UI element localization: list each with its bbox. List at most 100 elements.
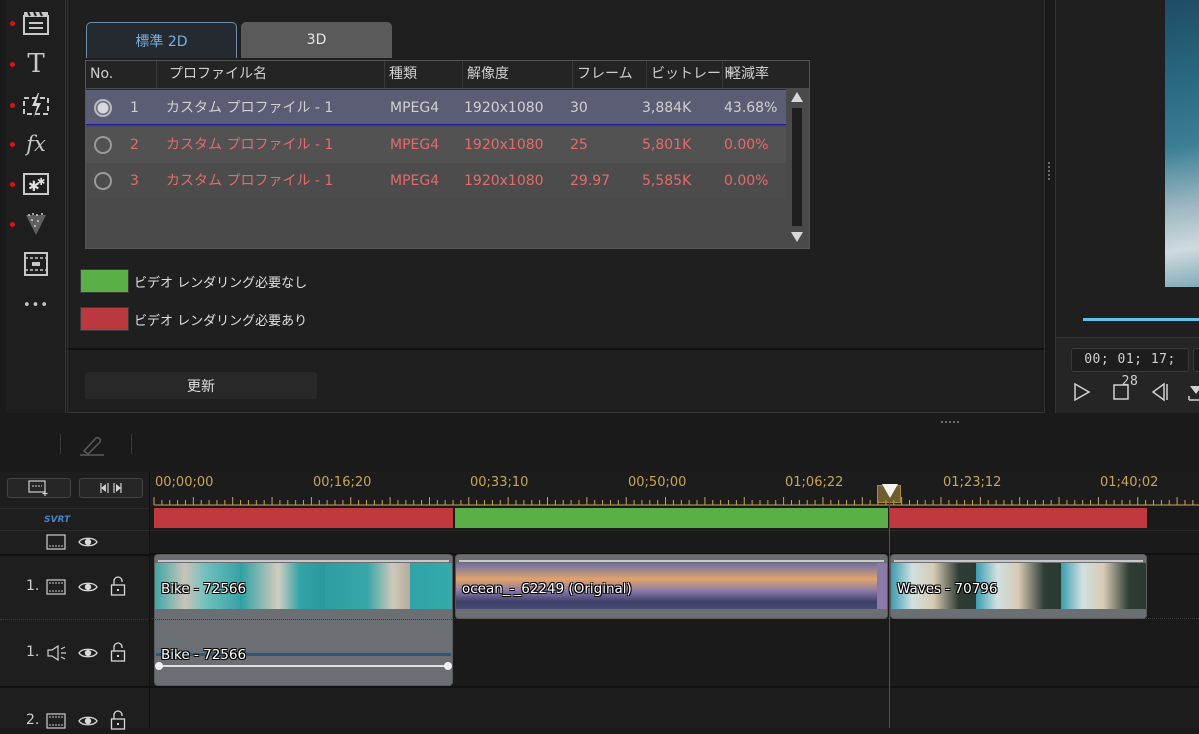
column-header-type[interactable]: 種類	[384, 61, 417, 88]
ruler-label: 01;23;12	[943, 475, 1002, 490]
panel-resize-handle[interactable]	[1046, 160, 1052, 184]
visibility-toggle[interactable]	[78, 713, 98, 733]
status-dot	[10, 141, 15, 147]
pip-room-icon: ✱ ✱	[22, 170, 50, 198]
row-radio[interactable]	[94, 172, 112, 190]
master-track-header	[0, 530, 150, 554]
timeline-ruler[interactable]: 00;00;00 00;16;20 00;33;10 00;50;00 01;0…	[150, 472, 1199, 506]
volume-keyframe-end[interactable]	[444, 662, 452, 670]
column-header-resolution[interactable]: 解像度	[462, 61, 509, 88]
lock-toggle[interactable]	[110, 576, 126, 600]
tab-standard-2d[interactable]: 標準 2D	[86, 22, 237, 58]
ruler-label: 01;06;22	[785, 475, 844, 490]
eye-icon	[78, 716, 98, 726]
stop-button[interactable]	[1109, 380, 1133, 404]
column-header-name[interactable]: プロファイル名	[156, 61, 267, 88]
thumbnail	[876, 563, 887, 609]
column-header-reduction[interactable]: 軽減率	[722, 61, 769, 88]
play-button[interactable]	[1070, 380, 1094, 404]
video-track-1-header: 1.	[0, 554, 150, 620]
playhead-line[interactable]	[889, 500, 890, 728]
svrt-label: SVRT	[44, 514, 71, 525]
add-track-button[interactable]	[7, 478, 71, 498]
volume-keyframe-start[interactable]	[155, 662, 163, 670]
pip-room-button[interactable]: ✱ ✱	[6, 165, 66, 203]
timeline-resize-handle[interactable]	[940, 420, 964, 424]
cell-resolution: 1920x1080	[464, 100, 544, 116]
transition-room-icon	[22, 91, 50, 119]
media-room-button[interactable]	[6, 4, 66, 42]
cell-resolution: 1920x1080	[464, 137, 544, 153]
visibility-toggle[interactable]	[78, 645, 98, 665]
column-header-no[interactable]: No.	[86, 61, 113, 88]
particle-room-button[interactable]	[6, 205, 66, 243]
eye-icon	[78, 582, 98, 592]
svg-text:✱: ✱	[37, 177, 45, 188]
timecode-display-secondary[interactable]	[1193, 348, 1199, 372]
lock-toggle[interactable]	[110, 710, 126, 734]
pen-tool-button[interactable]	[78, 433, 106, 461]
video-track-2-header: 2.	[0, 686, 150, 730]
table-row[interactable]: 1 カスタム プロファイル - 1 MPEG4 1920x1080 30 3,8…	[86, 89, 786, 125]
previous-frame-button[interactable]	[1148, 380, 1172, 404]
fit-to-window-icon	[100, 483, 122, 493]
preview-progress-bar[interactable]	[1083, 318, 1199, 321]
audio-clip-name: Bike - 72566	[161, 647, 247, 663]
legend-swatch-red	[80, 307, 129, 331]
subtitle-room-button[interactable]	[6, 245, 66, 283]
video-clip-ocean[interactable]: ocean_-_62249 (Original)	[455, 554, 888, 619]
table-row[interactable]: 3 カスタム プロファイル - 1 MPEG4 1920x1080 29.97 …	[86, 163, 786, 199]
particle-room-icon	[22, 210, 50, 238]
table-scrollbar[interactable]	[789, 88, 806, 248]
cell-type: MPEG4	[390, 137, 440, 153]
track-number: 2.	[26, 712, 40, 728]
track-number: 1.	[26, 578, 40, 594]
visibility-toggle[interactable]	[78, 579, 98, 599]
cell-name: カスタム プロファイル - 1	[166, 137, 334, 153]
effect-room-button[interactable]: fx	[6, 125, 66, 163]
lock-toggle[interactable]	[110, 642, 126, 666]
scrollbar-track[interactable]	[792, 108, 802, 226]
playback-controls: 00; 01; 17; 28	[1056, 337, 1199, 413]
cell-type: MPEG4	[390, 100, 440, 116]
next-button[interactable]	[1184, 380, 1199, 404]
row-radio[interactable]	[94, 136, 112, 154]
row-radio[interactable]	[94, 99, 112, 117]
cell-frame: 30	[570, 100, 588, 116]
room-icon-bar: T fx ✱ ✱ •••	[6, 0, 66, 413]
eye-icon	[78, 648, 98, 658]
scroll-down-icon[interactable]	[791, 232, 803, 242]
table-row[interactable]: 2 カスタム プロファイル - 1 MPEG4 1920x1080 25 5,8…	[86, 127, 786, 163]
fit-timeline-button[interactable]	[79, 478, 143, 498]
previous-frame-icon	[1151, 382, 1168, 402]
track-manager-icon	[28, 480, 48, 496]
cell-name: カスタム プロファイル - 1	[166, 100, 334, 116]
track-enable-button[interactable]	[46, 534, 66, 554]
playhead-handle[interactable]	[882, 484, 898, 498]
more-icon: •••	[22, 297, 49, 313]
title-room-button[interactable]: T	[6, 45, 66, 83]
thumbnail	[324, 563, 410, 609]
transition-room-button[interactable]	[6, 86, 66, 124]
video-clip-bike[interactable]: Bike - 72566 Bike - 72566	[154, 554, 453, 686]
table-header: No. プロファイル名 種類 解像度 フレーム ビットレート 軽減率	[86, 61, 809, 88]
preview-video-frame	[1165, 0, 1199, 287]
column-header-frame[interactable]: フレーム	[572, 61, 633, 88]
tab-3d[interactable]: 3D	[241, 22, 392, 58]
cell-frame: 29.97	[570, 173, 611, 189]
timecode-display[interactable]: 00; 01; 17; 28	[1071, 348, 1189, 389]
refresh-button[interactable]: 更新	[85, 372, 317, 399]
scroll-up-icon[interactable]	[791, 92, 803, 102]
clip-top-line	[158, 560, 449, 562]
video-clip-waves[interactable]: Waves - 70796	[890, 554, 1147, 619]
status-dot	[10, 61, 15, 67]
visibility-toggle[interactable]	[78, 534, 98, 554]
cell-no: 3	[130, 173, 139, 189]
clip-name: ocean_-_62249 (Original)	[462, 581, 632, 597]
track-header-column: SVRT 1. 1. 2.	[0, 472, 150, 730]
clip-divider	[155, 619, 452, 620]
thumbnail	[1061, 563, 1146, 609]
audio-track-icon	[46, 644, 68, 666]
volume-line[interactable]	[158, 665, 449, 667]
more-button[interactable]: •••	[6, 286, 66, 324]
